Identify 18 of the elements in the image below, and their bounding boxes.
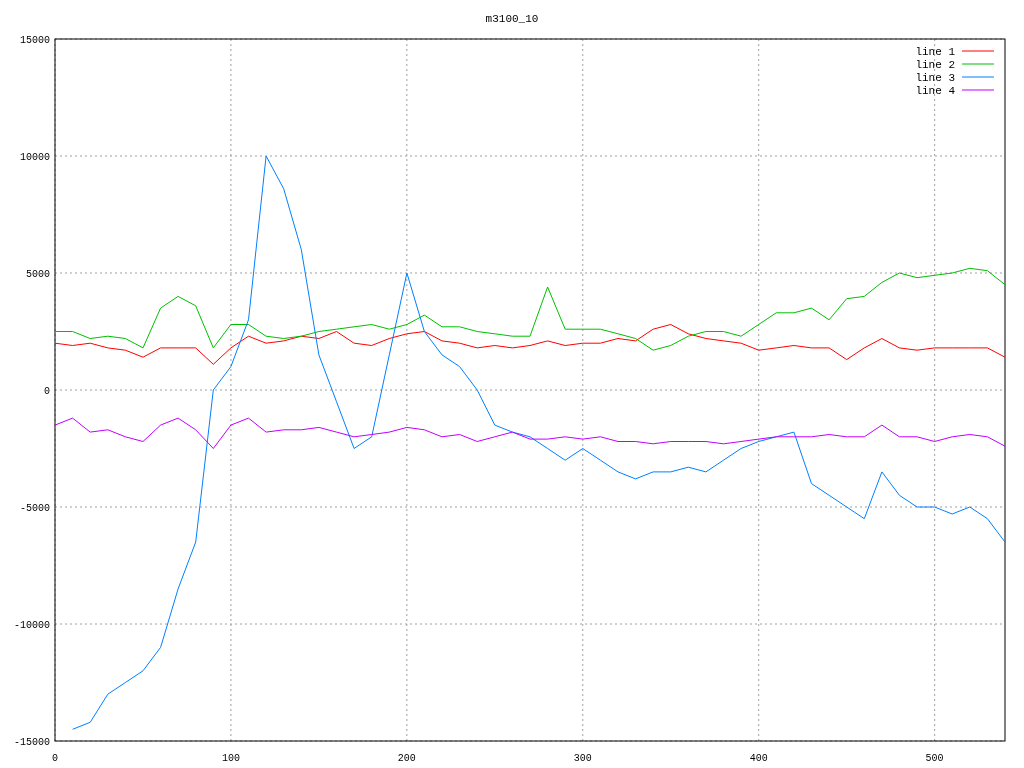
y-axis-label: -15000 <box>14 737 50 748</box>
chart-title: m3100_10 <box>485 13 539 25</box>
legend-label: line 4 <box>915 85 955 97</box>
y-axis-label: -5000 <box>20 503 50 514</box>
x-axis-label: 0 <box>52 753 58 764</box>
x-axis-label: 500 <box>925 753 944 764</box>
y-axis-label: 5000 <box>26 269 50 280</box>
y-axis-label: 0 <box>44 386 50 397</box>
x-axis-label: 100 <box>221 753 240 764</box>
y-axis-label: 15000 <box>20 35 50 46</box>
legend-label: line 3 <box>915 72 955 84</box>
x-axis-label: 400 <box>749 753 768 764</box>
y-axis-label: 10000 <box>20 152 50 163</box>
legend-label: line 2 <box>915 59 955 71</box>
x-axis-label: 300 <box>573 753 592 764</box>
legend-label: line 1 <box>915 46 955 58</box>
y-axis-label: -10000 <box>14 620 50 631</box>
x-axis-label: 200 <box>397 753 416 764</box>
